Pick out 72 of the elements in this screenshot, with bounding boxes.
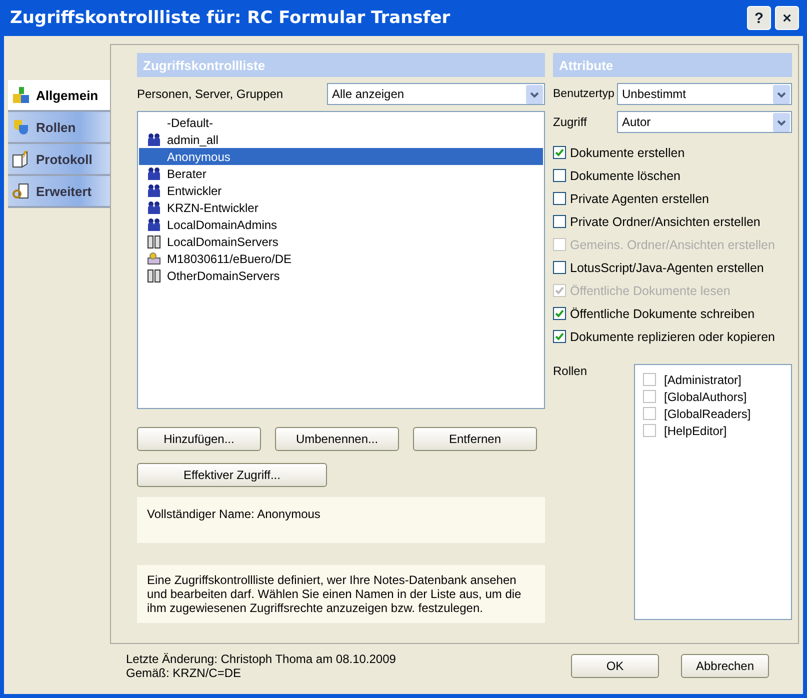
list-item[interactable]: Entwickler — [139, 182, 543, 199]
section-header: Zugriffskontrollliste — [137, 53, 545, 77]
list-item[interactable]: admin_all — [139, 131, 543, 148]
checkbox[interactable] — [553, 330, 566, 343]
action-button[interactable]: Umbenennen... — [275, 427, 399, 451]
sidebar-tab[interactable]: Allgemein — [8, 80, 110, 112]
full-name-text: Vollständiger Name: Anonymous — [147, 507, 320, 521]
role-label: [Administrator] — [664, 372, 742, 386]
last-change-text: Letzte Änderung: Christoph Thoma am 08.10.2009 — [126, 652, 397, 666]
people-icon — [147, 166, 161, 180]
checkbox-label: Dokumente replizieren oder kopieren — [570, 330, 775, 344]
people-icon — [147, 132, 161, 146]
people-icon — [147, 218, 161, 232]
help-button[interactable]: ? — [747, 6, 771, 30]
section-header: Attribute — [553, 53, 792, 77]
list-item[interactable]: LocalDomainServers — [139, 233, 543, 250]
checkbox[interactable] — [643, 390, 656, 403]
description-text: Eine Zugriffskontrollliste definiert, wer Ihre Notes-Datenbank ansehen und bearbeiten darf. Wählen Sie einen Namen in der Liste aus, um die ihm zugewiesenen Zugriffsrechte anzuzeigen bzw. festzulegen. — [147, 573, 522, 615]
role-label: [HelpEditor] — [664, 424, 727, 438]
list-item[interactable]: KRZN-Entwickler — [139, 199, 543, 216]
key-document-icon — [12, 182, 30, 200]
list-item[interactable]: LocalDomainAdmins — [139, 216, 543, 233]
effective-access-button[interactable]: Effektiver Zugriff... — [137, 463, 327, 487]
according-text: Gemäß: KRZN/C=DE — [126, 666, 242, 680]
checkbox[interactable] — [553, 215, 566, 228]
sidebar-tab[interactable]: Rollen — [8, 112, 110, 144]
sidebar-tab[interactable]: Erweitert — [8, 176, 110, 208]
checkbox[interactable] — [643, 373, 656, 386]
role-label: [GlobalReaders] — [664, 406, 751, 420]
checkbox-label: Öffentliche Dokumente schreiben — [570, 306, 755, 320]
role-label: [GlobalAuthors] — [664, 390, 747, 404]
people-icon — [147, 184, 161, 198]
checkbox-label: Dokumente erstellen — [570, 146, 685, 160]
server-icon — [147, 234, 161, 248]
checkbox[interactable] — [553, 146, 566, 159]
access-label: Zugriff — [553, 115, 588, 129]
checkbox-label: Dokumente löschen — [570, 168, 680, 182]
ok-button[interactable]: OK — [571, 654, 659, 678]
checkbox-label: Private Ordner/Ansichten erstellen — [570, 214, 760, 228]
checkbox[interactable] — [553, 192, 566, 205]
roles-label: Rollen — [553, 364, 588, 380]
list-item[interactable]: -Default- — [139, 114, 543, 131]
computer-user-icon — [147, 252, 161, 266]
action-button[interactable]: Hinzufügen... — [137, 427, 261, 451]
checkbox[interactable] — [643, 424, 656, 437]
list-item[interactable]: Anonymous — [139, 148, 543, 165]
checkbox-label: Private Agenten erstellen — [570, 192, 709, 206]
sidebar-tab[interactable]: Protokoll — [8, 144, 110, 176]
checkbox[interactable] — [553, 169, 566, 182]
checkbox-label: Öffentliche Dokumente lesen — [570, 284, 730, 298]
action-button[interactable]: Entfernen — [413, 427, 537, 451]
filter-dropdown[interactable]: Alle anzeigen — [327, 83, 545, 105]
server-icon — [147, 268, 161, 282]
filter-label: Personen, Server, Gruppen — [137, 87, 284, 101]
people-icon — [147, 200, 161, 214]
checkbox[interactable] — [553, 261, 566, 274]
masks-icon — [12, 118, 30, 136]
checkbox[interactable] — [553, 307, 566, 320]
window-title: Zugriffskontrollliste für: RC Formular Transfer — [10, 8, 452, 28]
checkbox-label: Gemeins. Ordner/Ansichten erstellen — [570, 238, 775, 252]
list-item[interactable]: OtherDomainServers — [139, 267, 543, 284]
checkbox[interactable] — [643, 407, 656, 420]
access-dropdown[interactable]: Autor — [617, 111, 792, 133]
checkbox-label: LotusScript/Java-Agenten erstellen — [570, 260, 764, 274]
user-type-label: Benutzertyp — [553, 88, 616, 100]
list-item[interactable]: Berater — [139, 165, 543, 182]
colored-blocks-icon — [12, 86, 30, 104]
user-type-dropdown[interactable]: Unbestimmt — [617, 83, 792, 105]
cancel-button[interactable]: Abbrechen — [681, 654, 769, 678]
close-button[interactable]: × — [775, 6, 799, 30]
list-item[interactable]: M18030611/eBuero/DE — [139, 250, 543, 267]
notebook-icon — [12, 150, 30, 168]
